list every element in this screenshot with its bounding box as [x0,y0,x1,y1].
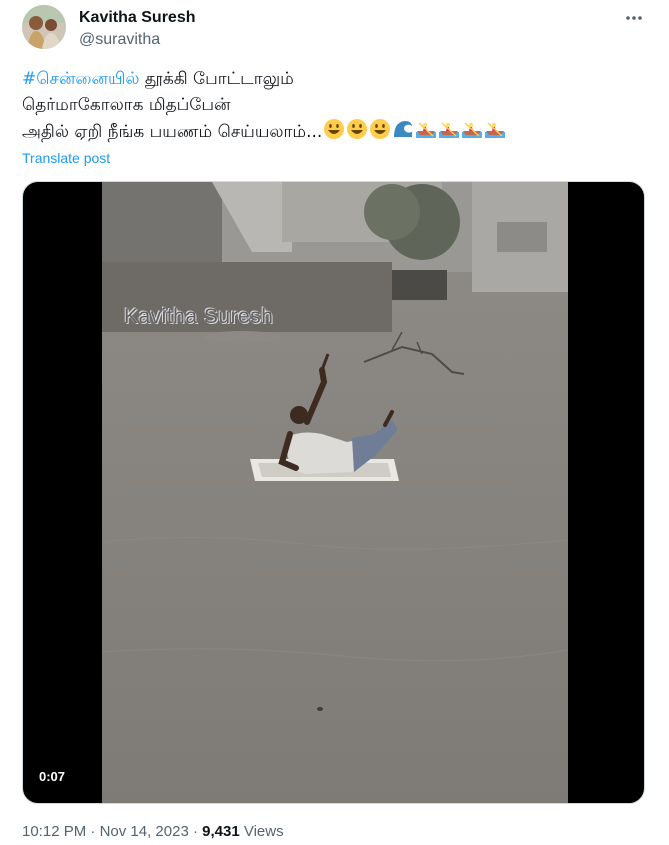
smiley-icon [347,119,368,139]
tweet-line-1: #சென்னையில் தூக்கி போட்டாலும் [22,66,652,92]
more-options-icon[interactable] [624,8,644,28]
views-label: Views [243,823,284,840]
rowboat-icon [485,122,506,138]
profile-photo-icon [22,5,66,49]
author-display-name[interactable]: Kavitha Suresh [79,9,195,27]
tweet-date[interactable]: Nov 14, 2023 [100,823,189,840]
tweet-line-3-text: அதில் ஏறி நீங்க பயணம் செய்யலாம்... [22,122,323,142]
emoji-row [322,119,506,142]
hashtag-link[interactable]: #சென்னையில் [22,69,140,89]
tweet-line-3: அதில் ஏறி நீங்க பயணம் செய்யலாம்... [22,118,652,145]
tweet-text: #சென்னையில் தூக்கி போட்டாலும் தெர்மாகோலா… [22,66,652,145]
views-count: 9,431 [202,823,240,840]
author-handle[interactable]: @suravitha [79,31,160,49]
video-watermark: Kavitha Suresh [124,305,274,328]
video-frame [102,182,568,803]
translate-post-link[interactable]: Translate post [22,150,110,166]
rowboat-icon [439,122,460,138]
smiley-icon [370,119,391,139]
meta-separator: · [86,823,100,840]
video-duration-badge: 0:07 [33,767,72,786]
rowboat-icon [416,122,437,138]
water-wave-icon [394,121,413,137]
meta-separator: · [188,823,203,840]
tweet-time[interactable]: 10:12 PM [22,823,86,840]
avatar[interactable] [22,5,66,49]
smiley-icon [324,119,345,139]
tweet-line-2: தெர்மாகோலாக மிதப்பேன் [22,95,231,115]
rowboat-icon [462,122,483,138]
video-player[interactable]: Kavitha Suresh 0:07 [22,181,645,804]
tweet-line-1-text: தூக்கி போட்டாலும் [139,69,294,89]
tweet-meta: 10:12 PM · Nov 14, 2023 · 9,431 Views [22,823,284,840]
